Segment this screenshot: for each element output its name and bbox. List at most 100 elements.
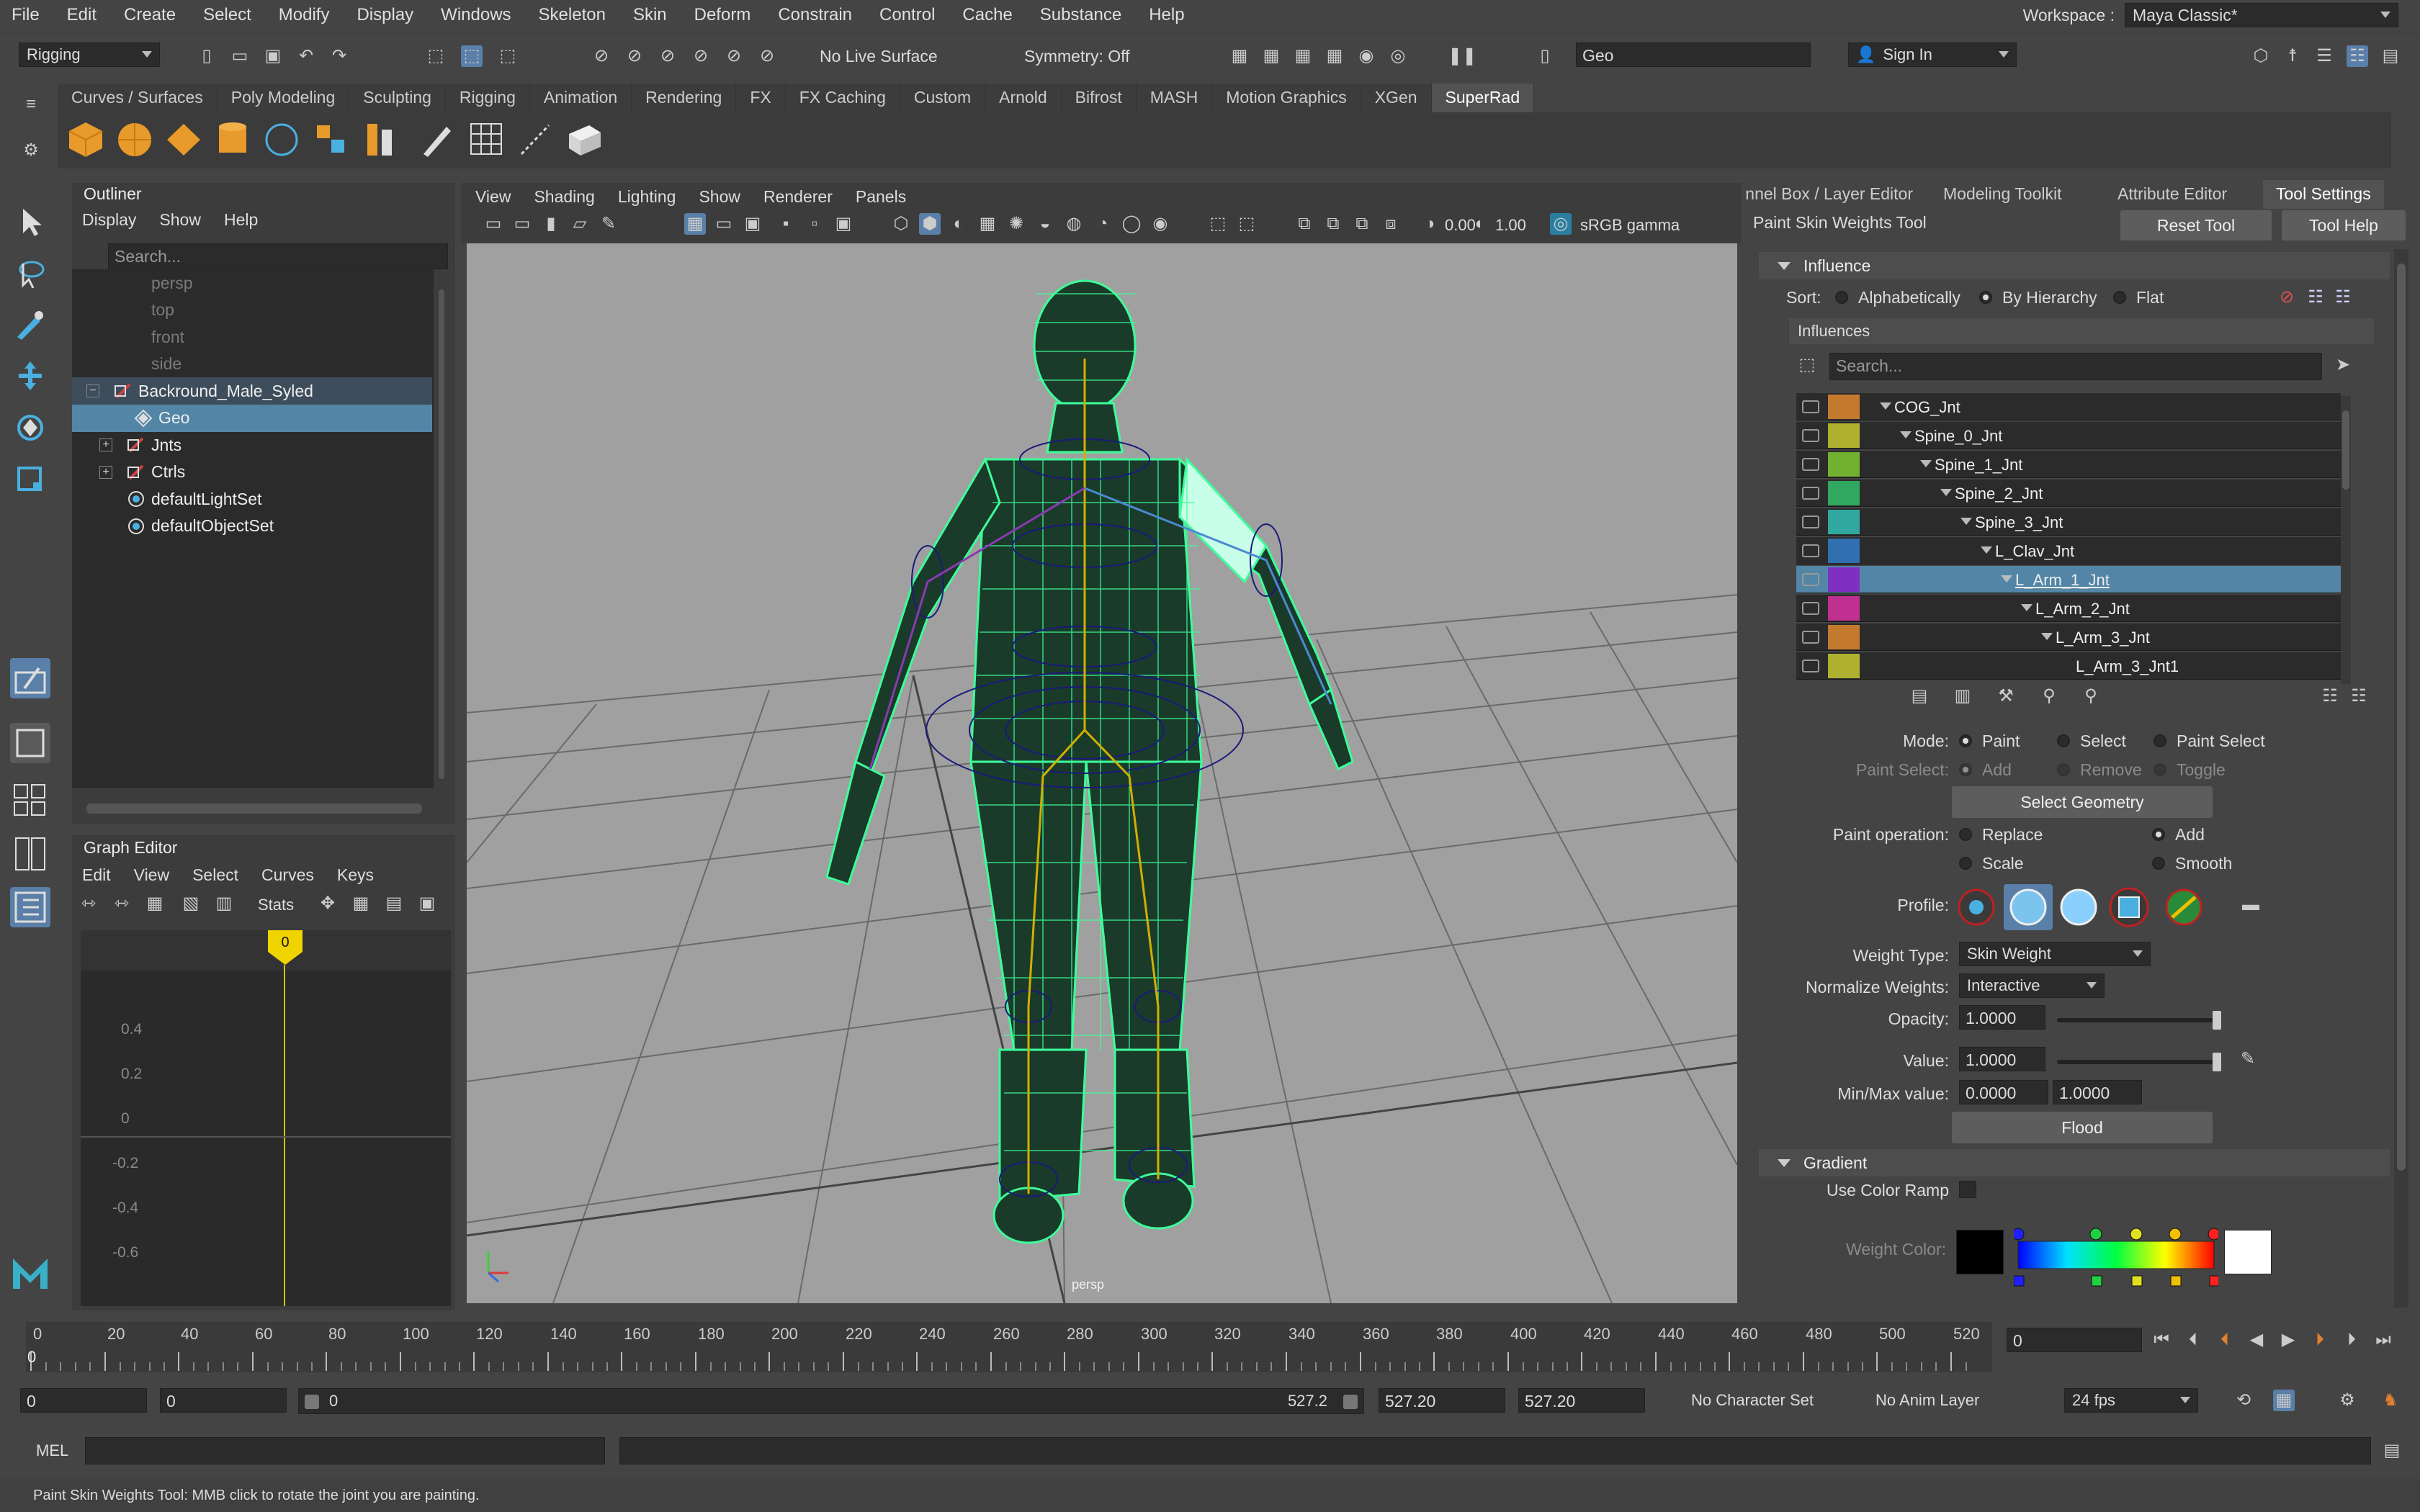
graph-menu-select[interactable]: Select [192,865,238,885]
menu-skeleton[interactable]: Skeleton [539,5,606,25]
influence-color-swatch[interactable] [1828,452,1860,477]
symmetry-label[interactable]: Symmetry: Off [1024,47,1130,66]
lock-icon[interactable] [1802,602,1819,615]
select-object-icon[interactable]: ⬚ [461,45,483,67]
snap-point-icon[interactable]: ⊘ [657,45,678,67]
weight-type-dropdown[interactable]: Skin Weight [1959,942,2151,966]
color-space-label[interactable]: sRGB gamma [1580,216,1680,235]
outliner-item[interactable]: − Backround_Male_Syled [72,377,432,405]
sort-list-icon[interactable]: ☷ [2319,685,2341,707]
use-color-ramp-checkbox[interactable] [1959,1181,1976,1198]
single-layout-icon[interactable] [10,723,50,763]
render-view-icon[interactable]: ◉ [1355,45,1377,67]
influence-row[interactable]: Spine_3_Jnt [1796,508,2341,536]
shelf-tab-rigging[interactable]: Rigging [445,84,530,112]
viewport-menu-view[interactable]: View [475,187,511,207]
two-view-layout-icon[interactable] [10,834,50,874]
copy-weights-icon[interactable]: ▤ [1909,685,1930,707]
normalize-weights-dropdown[interactable]: Interactive [1959,973,2105,998]
min-value-field[interactable]: 0.0000 [1959,1080,2048,1104]
shelf-tab-fx[interactable]: FX [736,84,786,112]
paint-skin-weights-tool-icon[interactable] [10,658,50,698]
opacity-field[interactable]: 1.0000 [1959,1005,2045,1030]
field-chart-icon[interactable]: ▫ [804,213,825,235]
influence-row[interactable]: Spine_2_Jnt [1796,480,2341,507]
select-geometry-button[interactable]: Select Geometry [1952,786,2213,818]
expand-triangle-icon[interactable] [1900,431,1912,438]
shelf-tab-curves-surfaces[interactable]: Curves / Surfaces [58,84,218,112]
backface-cull-icon[interactable]: ⧉ [1351,213,1373,235]
menu-edit[interactable]: Edit [67,5,97,25]
select-camera-icon[interactable]: ▭ [483,213,504,235]
anim-layer-dropdown[interactable]: No Anim Layer [1848,1388,2021,1413]
outliner-item[interactable]: defaultLightSet [72,485,432,513]
outliner-menu-display[interactable]: Display [82,210,136,230]
influence-row[interactable]: COG_Jnt [1796,393,2341,420]
wireframe-icon[interactable]: ⬡ [890,213,912,235]
outliner-item[interactable]: defaultObjectSet [72,513,432,540]
lattice-deform-icon[interactable]: ▧ [180,893,202,914]
go-to-start-icon[interactable]: ⏮ [2151,1329,2172,1351]
shelf-tab-animation[interactable]: Animation [529,84,632,112]
menu-toggle-icon[interactable]: ≡ [20,94,42,115]
paint-select-tool-icon[interactable] [10,304,50,344]
value-field[interactable]: 1.0000 [1959,1047,2045,1071]
outliner-item[interactable]: Geo [72,404,432,432]
current-frame-field[interactable]: 0 [2007,1328,2142,1352]
sign-in-dropdown[interactable]: 👤 Sign In [1848,42,2017,67]
reset-tool-button[interactable]: Reset Tool [2120,210,2272,240]
shelf-tab-arnold[interactable]: Arnold [985,84,1062,112]
lock-icon[interactable] [1802,544,1819,557]
xray-active-icon[interactable]: ⧉ [1322,213,1344,235]
weight-hammer-icon[interactable]: ⚒ [1995,685,2017,707]
menu-select[interactable]: Select [203,5,251,25]
input-line-icon[interactable]: ▯ [1534,45,1556,67]
gate-mask-icon[interactable]: ▪ [775,213,797,235]
gamma-value[interactable]: 1.00 [1495,216,1526,235]
weight-color-black-swatch[interactable] [1956,1230,2004,1274]
lasso-tool-icon[interactable] [10,253,50,294]
safe-action-icon[interactable]: ▣ [833,213,854,235]
profile-texture-icon[interactable] [2162,886,2208,929]
graph-editor-canvas[interactable]: 0 0.4 0.2 0 -0.2 -0.4 -0.6 [81,930,451,1306]
resolution-gate-icon[interactable]: ▣ [742,213,763,235]
outliner-search-input[interactable]: Search... [108,243,448,269]
influence-color-swatch[interactable] [1828,539,1860,563]
bounding-box-icon[interactable]: ⧈ [1380,213,1402,235]
lock-icon[interactable] [1802,429,1819,442]
graph-menu-view[interactable]: View [134,865,169,885]
cylinder-poly-icon[interactable] [213,120,252,158]
outliner-item[interactable]: + Jnts [72,431,432,459]
menu-modify[interactable]: Modify [279,5,330,25]
isolate-select-icon[interactable]: ⬚ [1207,213,1229,235]
lock-weights-icon[interactable]: ⊘ [2276,287,2298,308]
range-start-handle[interactable] [305,1395,319,1409]
menu-windows[interactable]: Windows [441,5,511,25]
profile-gaussian-icon[interactable] [1955,886,2001,929]
lock-icon[interactable] [1802,400,1819,413]
expand-list-icon[interactable]: ☷ [2348,685,2370,707]
character-set-dropdown[interactable]: No Character Set [1664,1388,1837,1413]
center-current-icon[interactable]: ▤ [383,893,405,914]
expand-triangle-icon[interactable] [2041,633,2053,640]
snap-grid-icon[interactable]: ⊘ [591,45,612,67]
character-pose-icon[interactable]: ♞ [2380,1390,2401,1411]
shelf-tab-mash[interactable]: MASH [1136,84,1213,112]
move-weights-icon[interactable]: ⚲ [2038,685,2060,707]
grease-pencil-icon[interactable]: ✎ [598,213,619,235]
sort-alphabetically-radio[interactable] [1835,291,1848,304]
mel-label[interactable]: MEL [36,1441,68,1460]
lock-icon[interactable] [1802,487,1819,500]
viewport-menu-renderer[interactable]: Renderer [763,187,833,207]
viewport-menu-panels[interactable]: Panels [856,187,906,207]
image-plane-icon[interactable]: ▱ [569,213,591,235]
expand-triangle-icon[interactable] [1981,546,1992,554]
outliner-item[interactable]: + Ctrls [72,459,432,486]
use-all-lights-icon[interactable]: ✺ [1005,213,1027,235]
ipr-render-icon[interactable]: ▦ [1260,45,1282,67]
influence-section-header[interactable]: Influence [1759,252,2390,279]
menuset-dropdown[interactable]: Rigging [19,42,160,67]
play-forward-icon[interactable]: ▶ [2277,1329,2299,1351]
3d-viewport[interactable]: persp [467,243,1737,1303]
playback-end-field[interactable]: 527.20 [1379,1388,1505,1413]
